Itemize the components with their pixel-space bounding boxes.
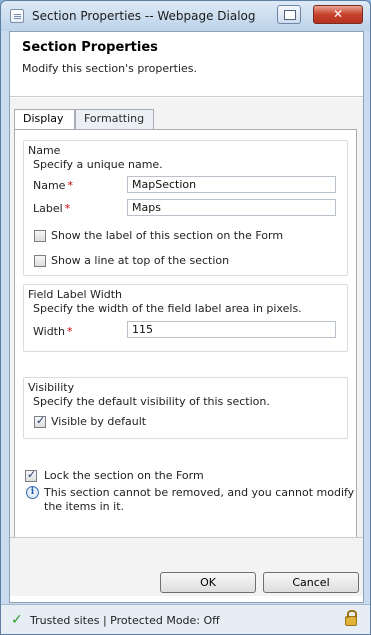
show-line-text: Show a line at top of the section	[51, 254, 230, 267]
close-button[interactable]: ✕	[313, 5, 363, 24]
visibility-group-title: Visibility	[28, 381, 75, 394]
visible-by-default-checkbox[interactable]	[34, 414, 46, 428]
lock-section-text: Lock the section on the Form	[44, 469, 204, 482]
ok-button[interactable]: OK	[160, 572, 256, 593]
status-bar: ✓ Trusted sites | Protected Mode: Off	[1, 604, 370, 634]
field-width-description: Specify the width of the field label are…	[33, 302, 302, 315]
width-label: Width *	[33, 325, 72, 338]
tab-panel: Name Specify a unique name. Name* Label*…	[14, 129, 357, 539]
lock-section-checkbox[interactable]	[25, 468, 37, 482]
name-input[interactable]	[127, 176, 336, 193]
label-input[interactable]	[127, 199, 336, 216]
name-group: Name Specify a unique name. Name* Label*…	[23, 140, 348, 276]
tab-display[interactable]: Display	[14, 109, 75, 130]
lock-info-line1: This section cannot be removed, and you …	[44, 486, 355, 499]
header-subtitle: Modify this section's properties.	[22, 62, 198, 75]
title-bar: Section Properties -- Webpage Dialog ✕	[1, 1, 370, 31]
check-icon: ✓	[11, 612, 23, 628]
show-label-checkbox[interactable]	[34, 230, 46, 242]
lock-info-line2: the items in it.	[44, 500, 125, 513]
label-label-text: Label	[33, 202, 63, 215]
width-label-text: Width	[33, 325, 65, 338]
status-text: Trusted sites | Protected Mode: Off	[30, 614, 220, 627]
dialog-header: Section Properties Modify this section's…	[10, 32, 363, 97]
dialog-window: Section Properties -- Webpage Dialog ✕ S…	[0, 0, 371, 635]
required-marker: *	[66, 325, 73, 338]
lock-icon	[345, 610, 357, 626]
dialog-icon	[10, 9, 24, 23]
required-marker: *	[67, 179, 73, 192]
compatibility-view-icon[interactable]	[277, 5, 301, 24]
required-marker: *	[64, 202, 71, 215]
visibility-description: Specify the default visibility of this s…	[33, 395, 270, 408]
dialog-footer: OK Cancel	[10, 537, 363, 596]
name-group-description: Specify a unique name.	[33, 158, 163, 171]
info-icon: i	[26, 486, 39, 499]
field-width-group-title: Field Label Width	[28, 288, 123, 301]
name-label: Name *	[33, 179, 73, 192]
cancel-button[interactable]: Cancel	[263, 572, 359, 593]
header-title: Section Properties	[22, 40, 158, 55]
visibility-group: Visibility Specify the default visibilit…	[23, 377, 348, 439]
name-group-title: Name	[28, 144, 61, 157]
field-label-width-group: Field Label Width Specify the width of t…	[23, 284, 348, 352]
show-line-checkbox[interactable]	[34, 255, 46, 267]
window-title: Section Properties -- Webpage Dialog	[32, 9, 256, 23]
show-label-text: Show the label of this section on the Fo…	[51, 229, 284, 242]
dialog-content: Section Properties Modify this section's…	[9, 31, 364, 603]
close-icon: ✕	[332, 7, 344, 21]
width-input[interactable]	[127, 321, 336, 338]
dialog-body: Display Formatting Name Specify a unique…	[10, 98, 363, 595]
visible-by-default-text: Visible by default	[51, 415, 147, 428]
label-label: Label *	[33, 202, 70, 215]
tab-formatting[interactable]: Formatting	[75, 109, 154, 129]
name-label-text: Name	[33, 179, 66, 192]
